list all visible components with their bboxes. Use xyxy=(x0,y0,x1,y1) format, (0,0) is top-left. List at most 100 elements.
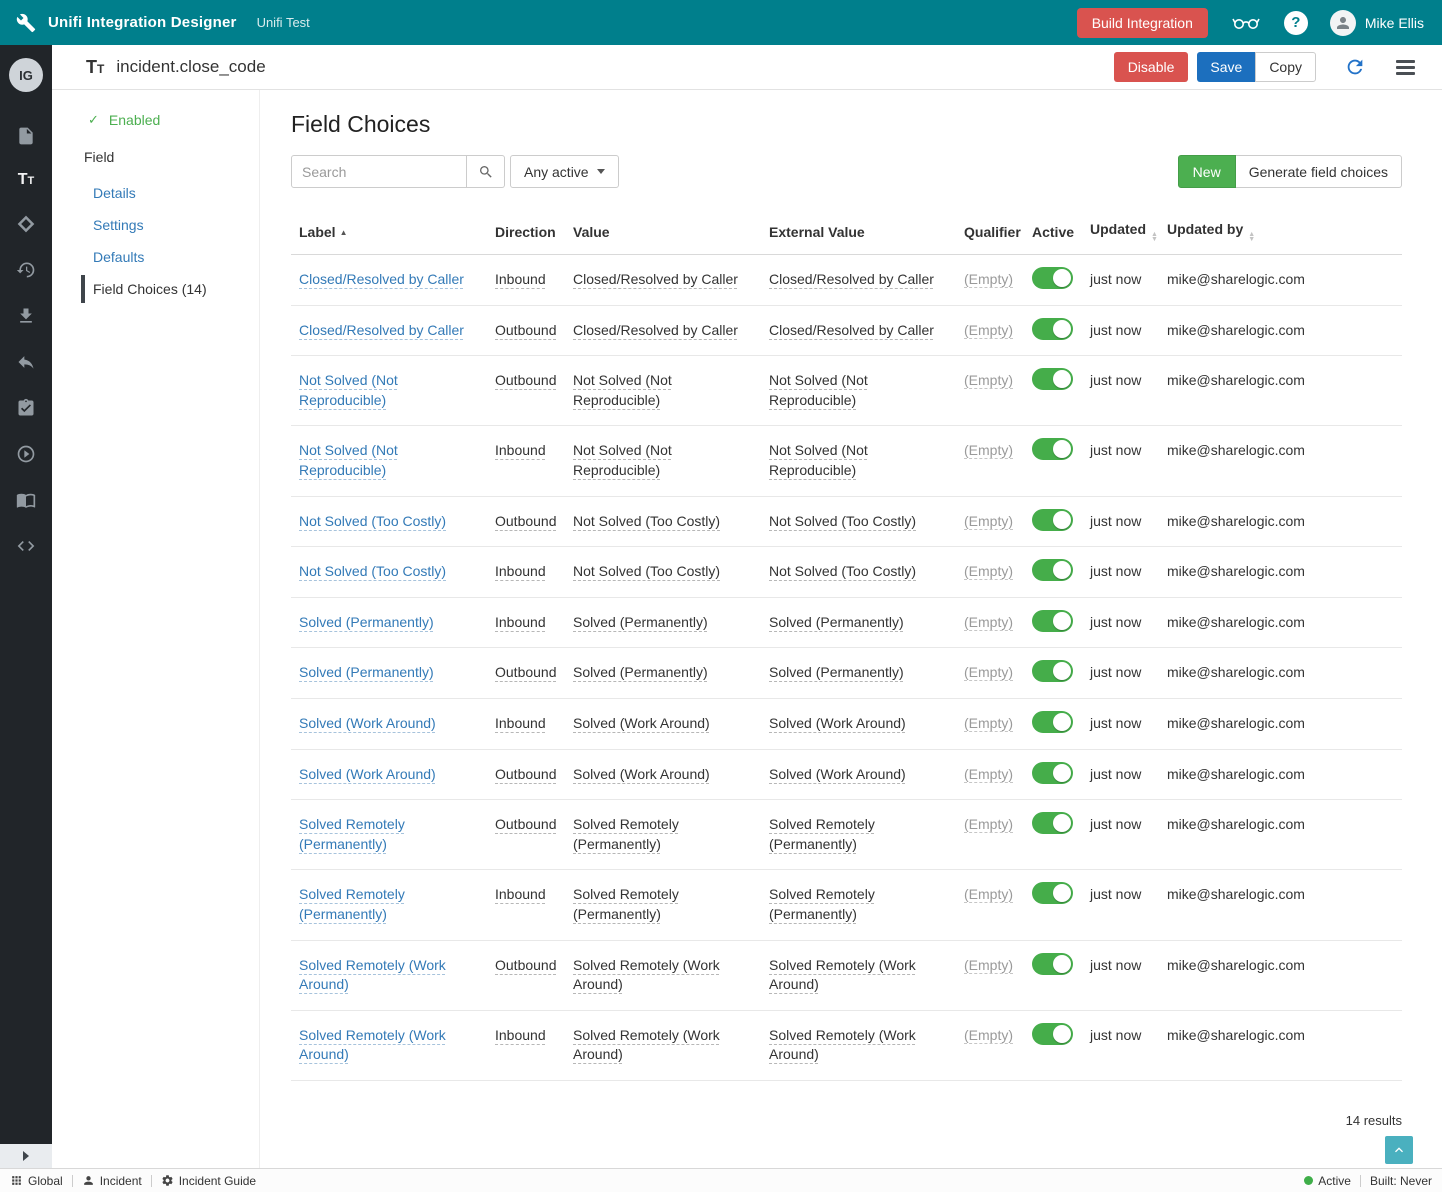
row-value[interactable]: Not Solved (Too Costly) xyxy=(573,563,720,579)
active-toggle[interactable] xyxy=(1032,368,1073,390)
row-value[interactable]: Closed/Resolved by Caller xyxy=(573,271,738,287)
row-external-value[interactable]: Solved (Permanently) xyxy=(769,664,904,680)
revert-icon[interactable] xyxy=(16,352,36,372)
row-qualifier[interactable]: (Empty) xyxy=(964,614,1013,630)
row-direction[interactable]: Inbound xyxy=(495,1027,546,1043)
row-direction[interactable]: Outbound xyxy=(495,816,557,832)
row-direction[interactable]: Inbound xyxy=(495,442,546,458)
history-icon[interactable] xyxy=(16,260,36,280)
nav-item-settings[interactable]: Settings xyxy=(52,211,259,239)
row-label-link[interactable]: Solved Remotely (Permanently) xyxy=(299,886,405,922)
row-external-value[interactable]: Solved Remotely (Permanently) xyxy=(769,886,875,922)
row-label-link[interactable]: Solved (Permanently) xyxy=(299,614,434,630)
col-header-value[interactable]: Value xyxy=(565,211,761,255)
menu-button[interactable] xyxy=(1396,60,1415,75)
row-label-link[interactable]: Not Solved (Too Costly) xyxy=(299,563,446,579)
row-qualifier[interactable]: (Empty) xyxy=(964,664,1013,680)
nav-item-details[interactable]: Details xyxy=(52,179,259,207)
row-external-value[interactable]: Solved (Permanently) xyxy=(769,614,904,630)
row-label-link[interactable]: Not Solved (Not Reproducible) xyxy=(299,372,398,408)
nav-item-defaults[interactable]: Defaults xyxy=(52,243,259,271)
row-qualifier[interactable]: (Empty) xyxy=(964,957,1013,973)
statusbar-item-incident[interactable]: Incident xyxy=(82,1174,142,1188)
row-external-value[interactable]: Not Solved (Not Reproducible) xyxy=(769,442,868,478)
row-qualifier[interactable]: (Empty) xyxy=(964,766,1013,782)
row-value[interactable]: Solved (Work Around) xyxy=(573,766,710,782)
row-value[interactable]: Solved Remotely (Work Around) xyxy=(573,957,720,993)
user-menu[interactable]: Mike Ellis xyxy=(1330,10,1424,36)
col-header-updated[interactable]: Updated▲▼ xyxy=(1082,211,1159,255)
row-label-link[interactable]: Solved Remotely (Work Around) xyxy=(299,957,446,993)
generate-field-choices-button[interactable]: Generate field choices xyxy=(1236,155,1402,188)
row-qualifier[interactable]: (Empty) xyxy=(964,271,1013,287)
row-direction[interactable]: Outbound xyxy=(495,766,557,782)
row-external-value[interactable]: Solved Remotely (Work Around) xyxy=(769,957,916,993)
row-direction[interactable]: Outbound xyxy=(495,372,557,388)
col-header-label[interactable]: Label▲ xyxy=(291,211,487,255)
row-qualifier[interactable]: (Empty) xyxy=(964,886,1013,902)
row-qualifier[interactable]: (Empty) xyxy=(964,322,1013,338)
nav-item-field-choices[interactable]: Field Choices (14) xyxy=(81,275,259,303)
row-direction[interactable]: Outbound xyxy=(495,957,557,973)
help-icon[interactable]: ? xyxy=(1284,11,1308,35)
row-direction[interactable]: Inbound xyxy=(495,563,546,579)
tasks-icon[interactable] xyxy=(16,398,36,418)
expand-sidebar-button[interactable] xyxy=(0,1144,52,1168)
row-qualifier[interactable]: (Empty) xyxy=(964,513,1013,529)
row-external-value[interactable]: Solved Remotely (Work Around) xyxy=(769,1027,916,1063)
row-direction[interactable]: Inbound xyxy=(495,886,546,902)
active-toggle[interactable] xyxy=(1032,559,1073,581)
row-label-link[interactable]: Solved Remotely (Permanently) xyxy=(299,816,405,852)
row-external-value[interactable]: Closed/Resolved by Caller xyxy=(769,322,934,338)
statusbar-item-incident-guide[interactable]: Incident Guide xyxy=(161,1174,256,1188)
row-qualifier[interactable]: (Empty) xyxy=(964,816,1013,832)
row-direction[interactable]: Inbound xyxy=(495,271,546,287)
row-value[interactable]: Solved (Permanently) xyxy=(573,614,708,630)
document-icon[interactable] xyxy=(16,126,36,146)
text-format-icon[interactable]: TT xyxy=(18,172,35,188)
row-label-link[interactable]: Solved (Permanently) xyxy=(299,664,434,680)
run-icon[interactable] xyxy=(16,444,36,464)
download-icon[interactable] xyxy=(16,306,36,326)
row-value[interactable]: Solved Remotely (Permanently) xyxy=(573,816,679,852)
integration-avatar[interactable]: IG xyxy=(9,58,43,92)
row-qualifier[interactable]: (Empty) xyxy=(964,442,1013,458)
active-toggle[interactable] xyxy=(1032,1023,1073,1045)
row-value[interactable]: Solved (Work Around) xyxy=(573,715,710,731)
active-toggle[interactable] xyxy=(1032,882,1073,904)
row-label-link[interactable]: Solved Remotely (Work Around) xyxy=(299,1027,446,1063)
row-value[interactable]: Not Solved (Not Reproducible) xyxy=(573,442,672,478)
active-toggle[interactable] xyxy=(1032,660,1073,682)
active-filter-dropdown[interactable]: Any active xyxy=(510,155,619,188)
active-toggle[interactable] xyxy=(1032,267,1073,289)
row-value[interactable]: Closed/Resolved by Caller xyxy=(573,322,738,338)
row-external-value[interactable]: Not Solved (Too Costly) xyxy=(769,563,916,579)
row-external-value[interactable]: Solved Remotely (Permanently) xyxy=(769,816,875,852)
col-header-updated-by[interactable]: Updated by▲▼ xyxy=(1159,211,1402,255)
disable-button[interactable]: Disable xyxy=(1114,52,1189,82)
active-toggle[interactable] xyxy=(1032,318,1073,340)
row-external-value[interactable]: Solved (Work Around) xyxy=(769,715,906,731)
row-value[interactable]: Not Solved (Too Costly) xyxy=(573,513,720,529)
row-direction[interactable]: Outbound xyxy=(495,322,557,338)
row-qualifier[interactable]: (Empty) xyxy=(964,1027,1013,1043)
copy-button[interactable]: Copy xyxy=(1255,52,1316,82)
col-header-qualifier[interactable]: Qualifier xyxy=(956,211,1024,255)
row-external-value[interactable]: Solved (Work Around) xyxy=(769,766,906,782)
active-toggle[interactable] xyxy=(1032,438,1073,460)
scroll-to-top-button[interactable] xyxy=(1385,1136,1413,1164)
code-icon[interactable] xyxy=(16,536,36,556)
row-direction[interactable]: Outbound xyxy=(495,664,557,680)
active-toggle[interactable] xyxy=(1032,812,1073,834)
docs-icon[interactable] xyxy=(16,490,36,510)
row-value[interactable]: Solved Remotely (Work Around) xyxy=(573,1027,720,1063)
row-qualifier[interactable]: (Empty) xyxy=(964,372,1013,388)
row-label-link[interactable]: Not Solved (Not Reproducible) xyxy=(299,442,398,478)
row-qualifier[interactable]: (Empty) xyxy=(964,715,1013,731)
row-label-link[interactable]: Solved (Work Around) xyxy=(299,766,436,782)
search-input[interactable] xyxy=(291,155,467,188)
active-toggle[interactable] xyxy=(1032,509,1073,531)
active-toggle[interactable] xyxy=(1032,610,1073,632)
new-button[interactable]: New xyxy=(1178,155,1236,188)
col-header-active[interactable]: Active xyxy=(1024,211,1082,255)
